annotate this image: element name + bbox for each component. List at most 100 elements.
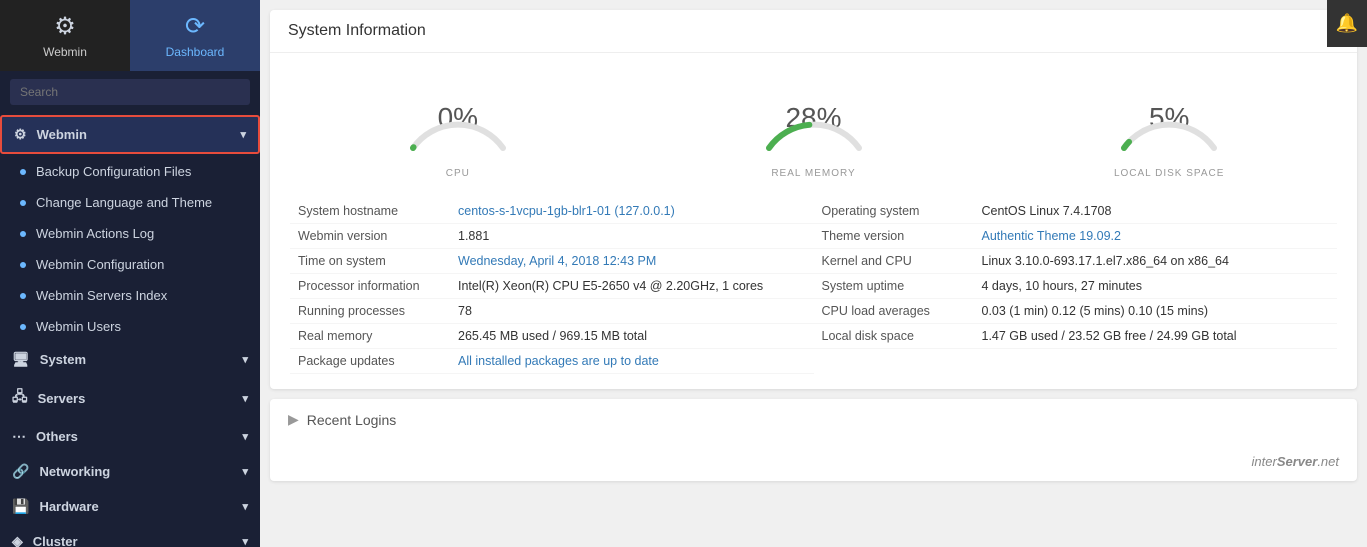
running-processes-value: 78 xyxy=(458,304,472,318)
real-memory-value: 265.45 MB used / 969.15 MB total xyxy=(458,329,647,343)
change-language-label: Change Language and Theme xyxy=(36,195,212,210)
disk-gauge-svg xyxy=(1109,73,1229,163)
backup-config-label: Backup Configuration Files xyxy=(36,164,191,179)
theme-value[interactable]: Authentic Theme 19.09.2 xyxy=(982,229,1121,243)
sidebar-item-actions-log[interactable]: Webmin Actions Log xyxy=(0,218,260,249)
sidebar-item-cluster[interactable]: ◈ Cluster ▾ xyxy=(0,524,260,547)
others-icon: ⋯ xyxy=(12,428,26,445)
webmin-version-row: Webmin version 1.881 xyxy=(290,224,814,249)
system-icon: 🖥 xyxy=(12,351,30,368)
hostname-value[interactable]: centos-s-1vcpu-1gb-blr1-01 (127.0.0.1) xyxy=(458,204,675,218)
system-info-title: System Information xyxy=(270,10,1357,53)
dashboard-tab-label: Dashboard xyxy=(166,45,225,59)
cpu-gauge-label: CPU xyxy=(446,168,470,179)
sidebar-item-system[interactable]: 🖥 System ▾ xyxy=(0,342,260,377)
uptime-row: System uptime 4 days, 10 hours, 27 minut… xyxy=(814,274,1338,299)
hostname-row: System hostname centos-s-1vcpu-1gb-blr1-… xyxy=(290,199,814,224)
recent-logins-panel: ▶ Recent Logins  interServer.net xyxy=(270,399,1357,481)
cluster-icon: ◈ xyxy=(12,533,23,547)
info-col-right: Operating system CentOS Linux 7.4.1708 T… xyxy=(814,199,1338,374)
theme-row: Theme version Authentic Theme 19.09.2 xyxy=(814,224,1338,249)
sidebar-item-hardware[interactable]: 💾 Hardware ▾ xyxy=(0,489,260,524)
sidebar: ⚙ Webmin ⟳ Dashboard ⚙ Webmin ▾ Backup C… xyxy=(0,0,260,547)
webmin-icon: ⚙ xyxy=(54,12,76,41)
dashboard-icon: ⟳ xyxy=(185,12,205,41)
others-label: Others xyxy=(36,429,78,444)
processor-row: Processor information Intel(R) Xeon(R) C… xyxy=(290,274,814,299)
webmin-version-value: 1.881 xyxy=(458,229,489,243)
cluster-arrow-icon: ▾ xyxy=(242,535,248,547)
uptime-value[interactable]: 4 days, 10 hours, 27 minutes xyxy=(982,279,1143,293)
main-scrollable: System Information 0% CPU xyxy=(260,0,1367,547)
sidebar-item-networking[interactable]: 🔗 Networking ▾ xyxy=(0,454,260,489)
sidebar-item-others[interactable]: ⋯ Others ▾ xyxy=(0,419,260,454)
disk-gauge: 5% LOCAL DISK SPACE xyxy=(991,73,1347,179)
package-updates-value[interactable]: All installed packages are up to date xyxy=(458,354,659,368)
webmin-section-icon: ⚙ xyxy=(14,126,27,143)
dot-icon xyxy=(20,262,26,268)
interserver-logo:  interServer.net xyxy=(270,440,1357,481)
real-memory-row: Real memory 265.45 MB used / 969.15 MB t… xyxy=(290,324,814,349)
running-processes-label: Running processes xyxy=(298,304,458,318)
cpu-load-row: CPU load averages 0.03 (1 min) 0.12 (5 m… xyxy=(814,299,1338,324)
local-disk-label: Local disk space xyxy=(822,329,982,343)
package-updates-label: Package updates xyxy=(298,354,458,368)
sidebar-top: ⚙ Webmin ⟳ Dashboard xyxy=(0,0,260,71)
cpu-gauge: 0% CPU xyxy=(280,73,636,179)
dot-icon xyxy=(20,231,26,237)
sidebar-item-servers-index[interactable]: Webmin Servers Index xyxy=(0,280,260,311)
servers-icon: 🖧 xyxy=(12,386,28,410)
sidebar-item-servers[interactable]: 🖧 Servers ▾ xyxy=(0,377,260,419)
package-updates-row: Package updates All installed packages a… xyxy=(290,349,814,374)
sidebar-item-users[interactable]: Webmin Users xyxy=(0,311,260,342)
memory-gauge-label: REAL MEMORY xyxy=(771,168,855,179)
local-disk-row: Local disk space 1.47 GB used / 23.52 GB… xyxy=(814,324,1338,349)
servers-index-label: Webmin Servers Index xyxy=(36,288,167,303)
time-row: Time on system Wednesday, April 4, 2018 … xyxy=(290,249,814,274)
webmin-tab[interactable]: ⚙ Webmin xyxy=(0,0,130,71)
main-content-area: 🔔 System Information 0% CPU xyxy=(260,0,1367,547)
search-container xyxy=(0,71,260,113)
sidebar-item-configuration[interactable]: Webmin Configuration xyxy=(0,249,260,280)
time-value[interactable]: Wednesday, April 4, 2018 12:43 PM xyxy=(458,254,656,268)
notification-bell-button[interactable]: 🔔 xyxy=(1327,0,1367,47)
webmin-section-label: Webmin xyxy=(37,127,87,142)
theme-label: Theme version xyxy=(822,229,982,243)
dot-icon xyxy=(20,324,26,330)
kernel-row: Kernel and CPU Linux 3.10.0-693.17.1.el7… xyxy=(814,249,1338,274)
dot-icon xyxy=(20,200,26,206)
networking-icon: 🔗 xyxy=(12,463,29,480)
configuration-label: Webmin Configuration xyxy=(36,257,164,272)
disk-gauge-label: LOCAL DISK SPACE xyxy=(1114,168,1224,179)
memory-gauge-container: 28% xyxy=(754,73,874,163)
dashboard-tab[interactable]: ⟳ Dashboard xyxy=(130,0,260,71)
sidebar-item-backup-config[interactable]: Backup Configuration Files xyxy=(0,156,260,187)
sidebar-item-webmin[interactable]: ⚙ Webmin ▾ xyxy=(0,115,260,154)
kernel-value: Linux 3.10.0-693.17.1.el7.x86_64 on x86_… xyxy=(982,254,1229,268)
others-arrow-icon: ▾ xyxy=(242,430,248,443)
info-row: System hostname centos-s-1vcpu-1gb-blr1-… xyxy=(290,199,1337,374)
users-label: Webmin Users xyxy=(36,319,121,334)
local-disk-value: 1.47 GB used / 23.52 GB free / 24.99 GB … xyxy=(982,329,1237,343)
info-col-left: System hostname centos-s-1vcpu-1gb-blr1-… xyxy=(290,199,814,374)
memory-gauge: 28% REAL MEMORY xyxy=(636,73,992,179)
cpu-gauge-container: 0% xyxy=(398,73,518,163)
recent-logins-header[interactable]: ▶ Recent Logins xyxy=(270,399,1357,440)
networking-arrow-icon: ▾ xyxy=(242,465,248,478)
system-info-panel: System Information 0% CPU xyxy=(270,10,1357,389)
cpu-load-value: 0.03 (1 min) 0.12 (5 mins) 0.10 (15 mins… xyxy=(982,304,1208,318)
cluster-label: Cluster xyxy=(33,534,78,547)
os-row: Operating system CentOS Linux 7.4.1708 xyxy=(814,199,1338,224)
cpu-gauge-svg xyxy=(398,73,518,163)
search-input[interactable] xyxy=(10,79,250,105)
hardware-label: Hardware xyxy=(39,499,98,514)
os-value: CentOS Linux 7.4.1708 xyxy=(982,204,1112,218)
sidebar-item-change-language[interactable]: Change Language and Theme xyxy=(0,187,260,218)
system-info-table: System hostname centos-s-1vcpu-1gb-blr1-… xyxy=(270,189,1357,389)
actions-log-label: Webmin Actions Log xyxy=(36,226,154,241)
webmin-tab-label: Webmin xyxy=(43,45,87,59)
webmin-arrow-icon: ▾ xyxy=(240,128,246,141)
gauges-row: 0% CPU 28% REAL MEMORY xyxy=(270,53,1357,189)
dot-icon xyxy=(20,169,26,175)
memory-gauge-svg xyxy=(754,73,874,163)
